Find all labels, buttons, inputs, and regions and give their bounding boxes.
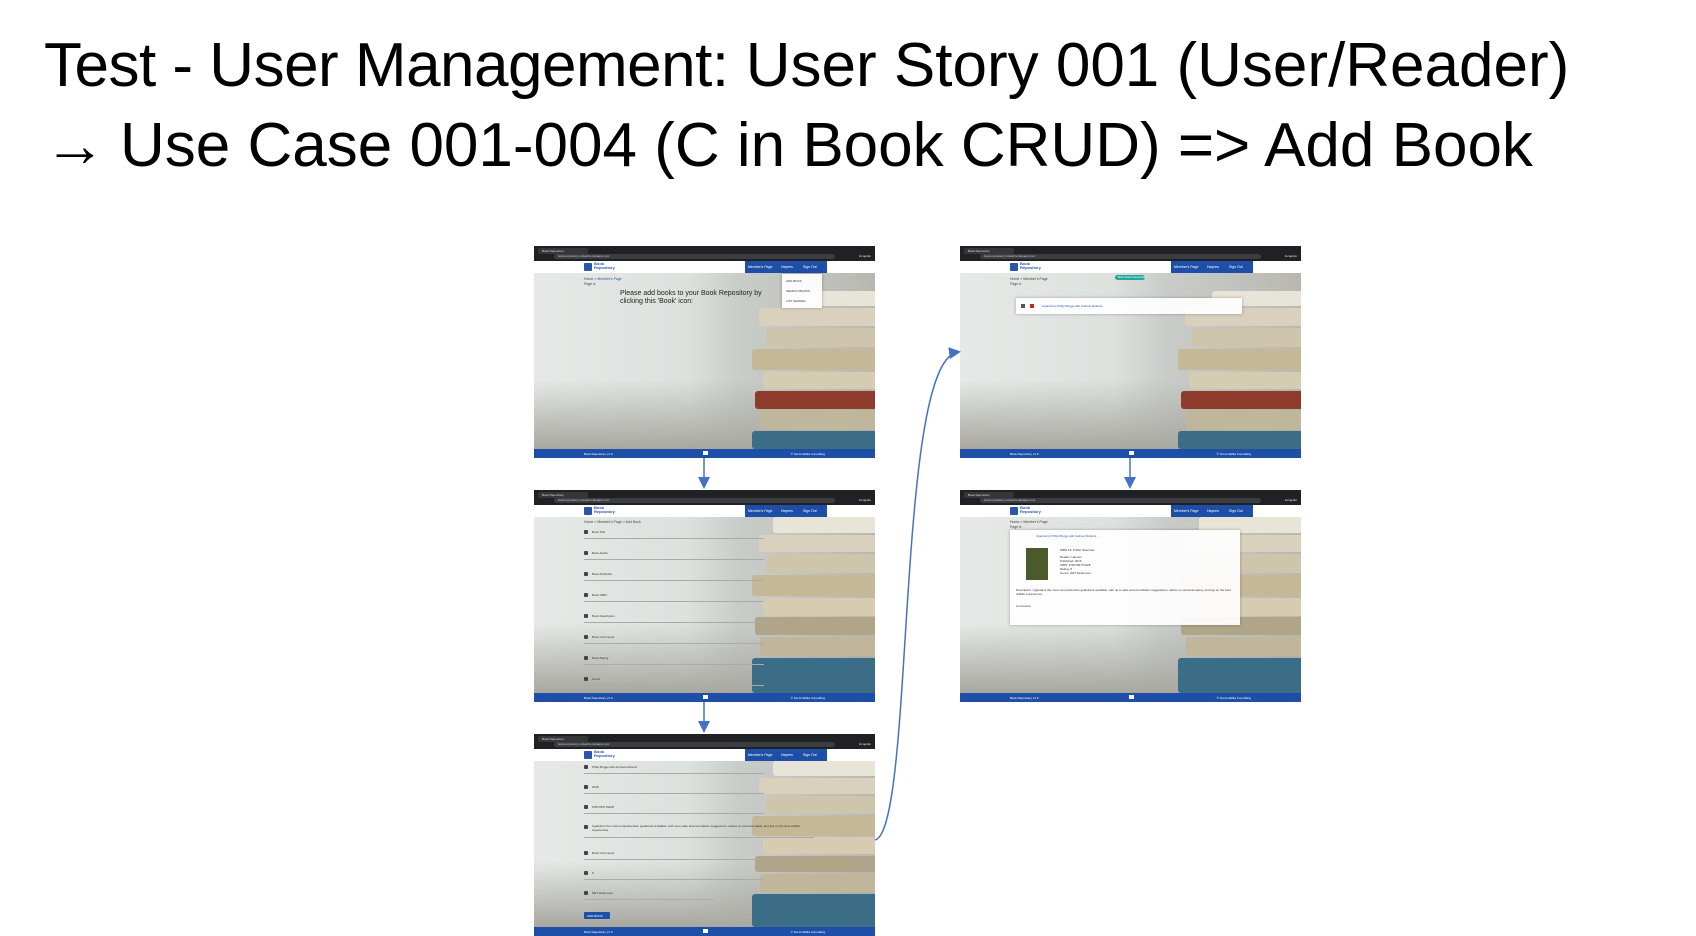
connector-3-to-4 — [874, 347, 961, 841]
flow-connectors — [698, 347, 1136, 841]
